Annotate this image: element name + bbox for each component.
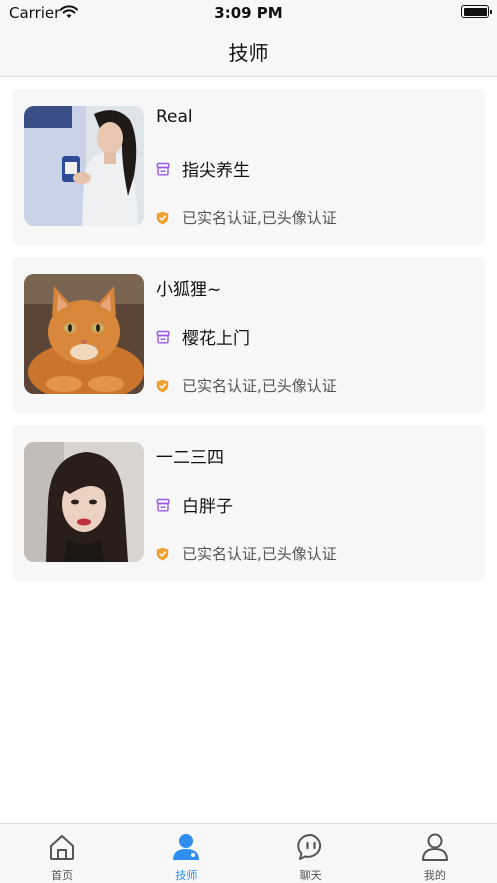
verification-text: 已实名认证,已头像认证	[182, 208, 337, 227]
verified-shield-icon	[156, 210, 169, 225]
battery-icon	[461, 5, 492, 18]
verification-row: 已实名认证,已头像认证	[156, 543, 337, 563]
technician-name: Real	[156, 107, 193, 127]
technician-list: Real 指尖养生 已实名认证,已头像认证 小狐狸~ 樱花上门 已实名认证,已头…	[12, 89, 485, 593]
verification-text: 已实名认证,已头像认证	[182, 544, 337, 563]
shop-row: 白胖子	[156, 493, 233, 517]
shop-icon	[156, 329, 170, 344]
technician-name: 小狐狸~	[156, 280, 222, 300]
tab-label: 聊天	[299, 869, 322, 882]
avatar	[24, 274, 144, 394]
avatar	[24, 442, 144, 562]
verified-shield-icon	[156, 546, 169, 561]
shop-name: 指尖养生	[182, 160, 250, 181]
tab-label: 技师	[175, 869, 198, 882]
status-bar: Carrier 3:09 PM	[0, 0, 497, 24]
shop-icon	[156, 161, 170, 176]
verified-shield-icon	[156, 378, 169, 393]
shop-icon	[156, 497, 170, 512]
technician-card[interactable]: 小狐狸~ 樱花上门 已实名认证,已头像认证	[12, 257, 485, 413]
technician-card[interactable]: Real 指尖养生 已实名认证,已头像认证	[12, 89, 485, 245]
shop-row: 樱花上门	[156, 325, 250, 349]
verification-row: 已实名认证,已头像认证	[156, 375, 337, 395]
tab-label: 首页	[51, 869, 74, 882]
avatar	[24, 106, 144, 226]
tab-bar: 首页 技师 聊天 我的	[0, 823, 497, 883]
tab-technicians[interactable]: 技师	[124, 824, 248, 883]
verification-row: 已实名认证,已头像认证	[156, 207, 337, 227]
technician-card[interactable]: 一二三四 白胖子 已实名认证,已头像认证	[12, 425, 485, 581]
profile-icon	[420, 832, 450, 862]
page-title: 技师	[228, 41, 269, 65]
shop-row: 指尖养生	[156, 157, 250, 181]
verification-text: 已实名认证,已头像认证	[182, 376, 337, 395]
chat-icon	[296, 832, 326, 862]
clock: 3:09 PM	[214, 4, 283, 22]
home-icon	[47, 832, 77, 862]
shop-name: 白胖子	[182, 496, 233, 517]
tab-home[interactable]: 首页	[0, 824, 124, 883]
tab-label: 我的	[423, 869, 446, 882]
person-icon	[171, 832, 201, 862]
shop-name: 樱花上门	[182, 328, 250, 349]
technician-name: 一二三四	[156, 448, 224, 468]
tab-mine[interactable]: 我的	[373, 824, 497, 883]
tab-chat[interactable]: 聊天	[249, 824, 373, 883]
navigation-bar: 技师	[0, 24, 497, 77]
